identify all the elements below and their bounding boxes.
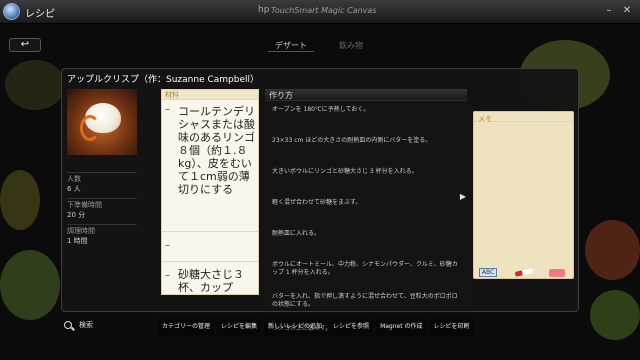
direction-step: ボウルにオートミール、中力粉、シナモンパウダー、クルミ、砂糖カップ 1 杯分を入… [272,261,458,276]
ingredients-note[interactable]: 材料 – コールテンデリシャスまたは酸味のあるリンゴ８個（約１.８kg）、皮をむ… [161,89,259,295]
meta-label: 下準備時間 [67,201,102,209]
back-button[interactable]: ↩ [9,38,41,52]
background-fruit-decoration [5,60,65,110]
directions-panel[interactable]: 作り方 オーブンを 180℃に予熱しておく。 23×33 cm ほどの大きさの耐… [265,89,467,332]
list-item[interactable]: – コールテンデリシャスまたは酸味のあるリンゴ８個（約１.８kg）、皮をむいて１… [162,100,258,232]
direction-step: 大きいボウルにリンゴと砂糖大さじ 3 杯分を入れる。 [272,168,418,175]
title-bar: レシピ hp TouchSmart Magic Canvas – ✕ [0,0,640,24]
recipe-photo[interactable] [67,89,137,155]
close-button[interactable]: ✕ [620,5,634,16]
directions-header: 作り方 [265,89,467,101]
photo-apple-peel-shape [80,115,100,141]
recipe-title: アップルクリスプ（作：Suzanne Campbell） [67,75,259,85]
list-item[interactable]: – [162,232,258,262]
eraser-icon[interactable] [549,269,565,277]
meta-label: 人数 [67,175,81,183]
tab-drinks[interactable]: 飲み物 [332,40,370,52]
category-tabs: デザート 飲み物 [268,40,370,52]
ingredient-text: コールテンデリシャスまたは酸味のあるリンゴ８個（約１.８kg）、皮をむいて１cm… [178,105,255,196]
app-logo-icon[interactable] [3,3,20,20]
direction-step: バターを入れ、指で押し潰すように混ぜ合わせて、豆粒大のポロポロの状態にする。 [272,293,458,308]
create-magnet-button[interactable]: Magnet の作成 [376,318,427,336]
direction-step: オーブンを 180℃に予熱しておく。 [272,106,370,113]
ingredients-header: 材料 [162,90,258,100]
memo-header: メモ [474,112,573,123]
tab-dessert[interactable]: デザート [268,40,314,52]
browse-recipe-button[interactable]: レシピを参照 [329,318,374,336]
expand-chevron-icon[interactable]: ▶ [459,192,467,206]
ingredient-dash: – [165,104,170,115]
ingredient-dash: – [165,240,170,251]
add-recipe-button[interactable]: 新しいレシピの追加 [264,318,327,336]
meta-label: 調理時間 [67,227,95,235]
print-recipe-button[interactable]: レシピを印刷 [429,318,474,336]
edit-recipe-button[interactable]: レシピを編集 [217,318,262,336]
background-fruit-decoration [0,170,40,230]
search-button[interactable]: 検索 [64,320,93,330]
pen-icon[interactable] [514,268,534,277]
keyboard-input-button[interactable]: ABC [479,268,497,277]
meta-servings: 人数 6 人 [67,172,137,194]
search-label: 検索 [79,321,93,329]
app-title: レシピ [25,9,55,20]
recipe-panel: アップルクリスプ（作：Suzanne Campbell） 人数 6 人 下準備時… [61,68,579,332]
list-item[interactable]: – 砂糖大さじ３杯、カップ [162,262,258,294]
direction-step: 軽く混ぜ合わせて砂糖をまぶす。 [272,199,362,206]
window-title: TouchSmart Magic Canvas [271,6,377,15]
ingredient-text: 砂糖大さじ３杯、カップ [178,268,244,294]
background-fruit-decoration [0,250,60,320]
meta-value: 1 時間 [67,237,88,245]
background-fruit-decoration [590,290,640,340]
meta-prep-time: 下準備時間 20 分 [67,198,137,220]
ingredient-dash: – [165,270,170,281]
minimize-button[interactable]: – [602,5,616,16]
meta-value: 6 人 [67,185,81,193]
meta-cook-time: 調理時間 1 時間 [67,224,137,246]
meta-value: 20 分 [67,211,86,219]
background-fruit-decoration [585,220,640,280]
direction-step: 23×33 cm ほどの大きさの耐熱皿の内側にバターを塗る。 [272,137,432,144]
memo-note[interactable]: メモ ABC [473,111,574,279]
manage-categories-button[interactable]: カテゴリーの管理 [158,318,215,336]
action-buttons: カテゴリーの管理 レシピを編集 新しいレシピの追加 レシピを参照 Magnet … [158,318,474,336]
bottom-toolbar: 検索 カテゴリーの管理 レシピを編集 新しいレシピの追加 レシピを参照 Magn… [61,318,579,336]
hp-logo-icon: hp [258,5,270,15]
direction-step: 耐熱皿に入れる。 [272,230,321,237]
search-icon [64,321,72,329]
